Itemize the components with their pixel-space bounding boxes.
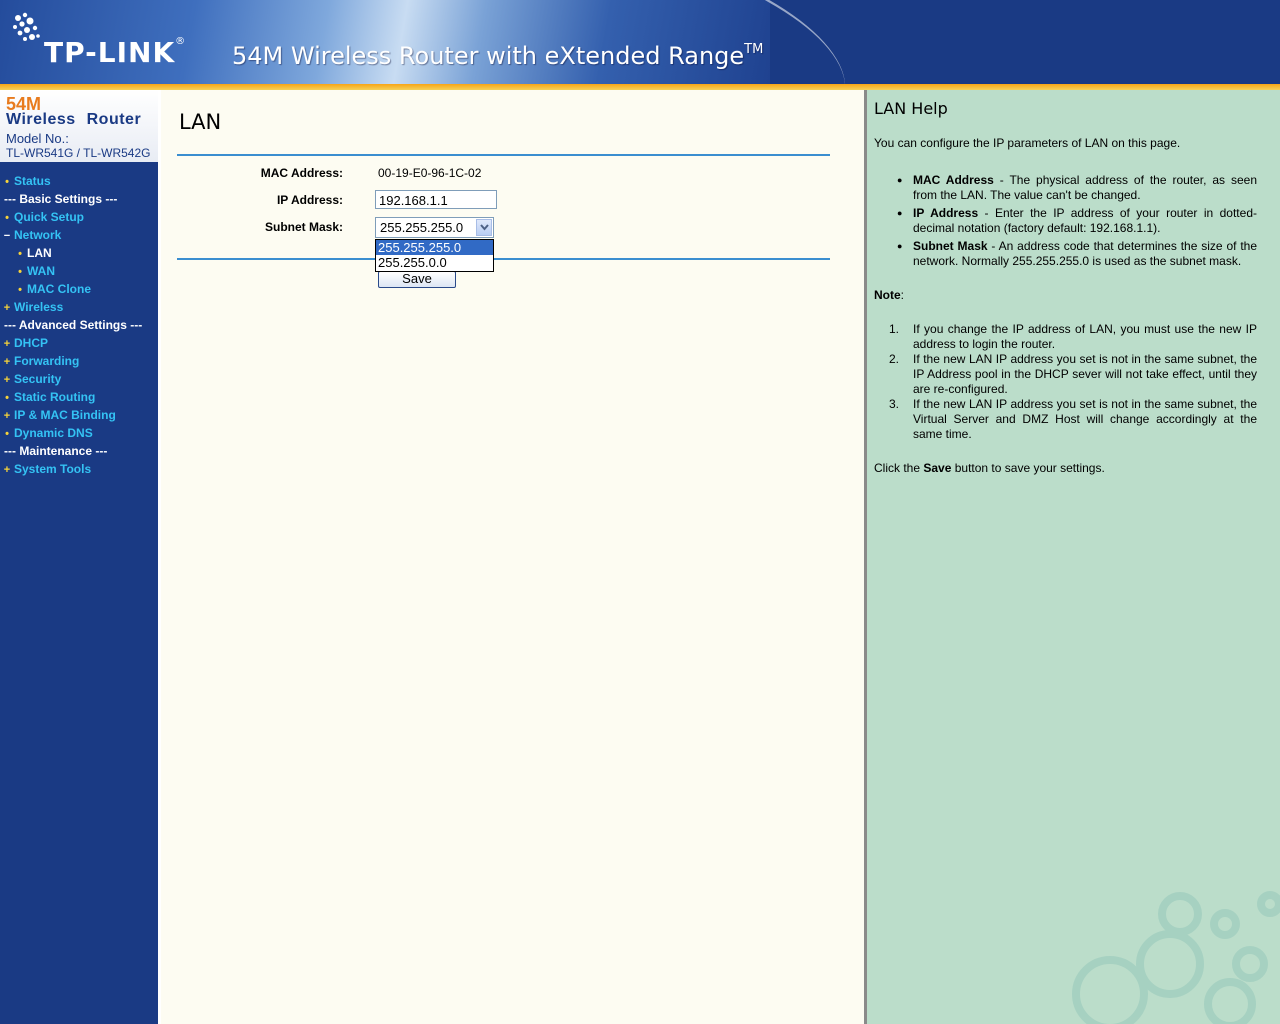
header-title: 54M Wireless Router with eXtended RangeT… [232, 42, 764, 70]
sidebar-item-system-tools[interactable]: + System Tools [0, 460, 158, 478]
mac-address-label: MAC Address: [260, 166, 343, 180]
help-intro: You can configure the IP parameters of L… [874, 136, 1181, 150]
subnet-option-255-255-255-0[interactable]: 255.255.255.0 [376, 240, 493, 255]
sidebar-item-ip-mac-binding[interactable]: + IP & MAC Binding [0, 406, 158, 424]
subnet-mask-selected-value: 255.255.255.0 [380, 220, 464, 235]
sidebar-section-basic: --- Basic Settings --- [4, 192, 118, 206]
help-footer: Click the Save button to save your setti… [874, 461, 1105, 475]
model-product: Wireless Router [6, 111, 142, 128]
mac-address-value: 00-19-E0-96-1C-02 [378, 166, 482, 180]
sidebar-item-dhcp[interactable]: + DHCP [0, 334, 158, 352]
note-item: 3. If the new LAN IP address you set is n… [889, 397, 1257, 441]
bullet-icon: • [5, 428, 9, 440]
sidebar-item-network[interactable]: − Network [0, 226, 158, 244]
subnet-mask-select[interactable]: 255.255.255.0 [375, 217, 494, 238]
tplink-logo-icon [13, 12, 40, 41]
note-item: 2. If the new LAN IP address you set is n… [889, 352, 1257, 396]
expand-icon: + [3, 302, 11, 314]
sidebar-section-maintenance: --- Maintenance --- [4, 444, 108, 458]
sidebar-item-status[interactable]: • Status [0, 172, 158, 190]
help-item-ip: IP Address - Enter the IP address of you… [897, 206, 1257, 236]
chevron-down-icon[interactable] [476, 219, 492, 236]
expand-icon: + [3, 374, 11, 386]
bullet-icon: • [5, 176, 9, 188]
bullet-icon: • [18, 284, 22, 296]
sidebar-item-quick-setup[interactable]: • Quick Setup [0, 208, 158, 226]
divider-top [177, 154, 830, 156]
sidebar-item-wireless[interactable]: + Wireless [0, 298, 158, 316]
expand-icon: + [3, 356, 11, 368]
help-panel: LAN Help You can configure the IP parame… [864, 90, 1280, 1024]
sidebar-item-dynamic-dns[interactable]: • Dynamic DNS [0, 424, 158, 442]
subnet-option-255-255-0-0[interactable]: 255.255.0.0 [376, 255, 493, 270]
note-item: 1. If you change the IP address of LAN, y… [889, 322, 1257, 351]
sidebar-item-forwarding[interactable]: + Forwarding [0, 352, 158, 370]
model-number: TL-WR541G / TL-WR542G [6, 146, 151, 160]
sidebar-menu: • Status --- Basic Settings --- • Quick Se… [0, 172, 158, 478]
sidebar: 54M Wireless Router Model No.: TL-WR541G… [0, 90, 158, 1024]
sidebar-item-security[interactable]: + Security [0, 370, 158, 388]
help-title: LAN Help [874, 99, 948, 118]
sidebar-item-static-routing[interactable]: • Static Routing [0, 388, 158, 406]
expand-icon: + [3, 410, 11, 422]
decorative-bubbles-graphic [1072, 891, 1280, 1024]
sidebar-item-mac-clone[interactable]: • MAC Clone [0, 280, 158, 298]
sidebar-item-wan[interactable]: • WAN [0, 262, 158, 280]
collapse-icon: − [3, 230, 11, 242]
brand-logo-text: TP-LINK® [44, 36, 187, 69]
help-item-mask: Subnet Mask - An address code that deter… [897, 239, 1257, 269]
note-list: 1. If you change the IP address of LAN, y… [887, 322, 1257, 442]
bullet-icon: • [18, 266, 22, 278]
bullet-icon: • [18, 248, 22, 260]
main-panel: LAN MAC Address: 00-19-E0-96-1C-02 IP Ad… [158, 90, 867, 1024]
help-field-list: MAC Address - The physical address of th… [897, 173, 1257, 272]
model-info-box: 54M Wireless Router Model No.: TL-WR541G… [0, 90, 158, 162]
page-title: LAN [179, 110, 222, 134]
subnet-mask-label: Subnet Mask: [264, 220, 343, 234]
note-label: Note: [874, 288, 905, 302]
sidebar-section-advanced: --- Advanced Settings --- [4, 318, 143, 332]
subnet-mask-dropdown: 255.255.255.0 255.255.0.0 [375, 239, 494, 272]
ip-address-input[interactable]: 192.168.1.1 [375, 190, 497, 209]
ip-address-label: IP Address: [276, 193, 343, 207]
header-banner: TP-LINK® 54M Wireless Router with eXtend… [0, 0, 1280, 84]
divider-bottom [177, 258, 830, 260]
expand-icon: + [3, 464, 11, 476]
expand-icon: + [3, 338, 11, 350]
sidebar-item-lan[interactable]: • LAN [0, 244, 158, 262]
help-item-mac: MAC Address - The physical address of th… [897, 173, 1257, 203]
bullet-icon: • [5, 212, 9, 224]
model-number-label: Model No.: [6, 131, 69, 146]
save-button[interactable]: Save [378, 271, 456, 288]
bullet-icon: • [5, 392, 9, 404]
